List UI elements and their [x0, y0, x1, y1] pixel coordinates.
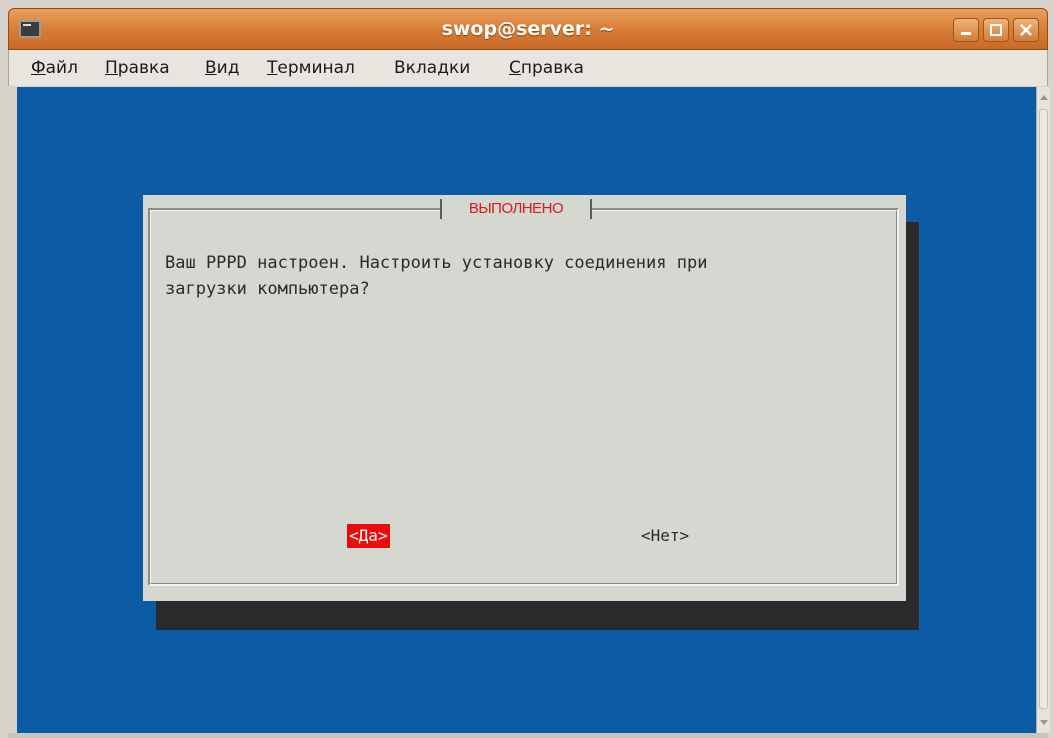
menu-help-rest: правка: [520, 58, 584, 78]
confirmation-dialog: ВЫПОЛНЕНО Ваш PPPD настроен. Настроить у…: [143, 195, 906, 601]
maximize-button[interactable]: [983, 18, 1009, 42]
menu-help[interactable]: Справка: [509, 50, 584, 86]
scroll-up-arrow-icon[interactable]: [1040, 95, 1048, 100]
dialog-title: ВЫПОЛНЕНО: [440, 195, 592, 223]
minimize-button[interactable]: [953, 18, 979, 42]
dialog-message: Ваш PPPD настроен. Настроить установку с…: [165, 253, 708, 299]
menu-edit-mnemonic: П: [105, 58, 118, 78]
menu-edit-rest: равка: [117, 58, 170, 78]
menu-tabs-rest: ки: [448, 58, 471, 78]
menu-view[interactable]: Вид: [205, 50, 239, 86]
menu-file-mnemonic: Ф: [31, 58, 46, 78]
menu-file[interactable]: Файл: [31, 50, 78, 86]
scrollbar-thumb[interactable]: [1039, 109, 1048, 709]
menu-help-mnemonic: С: [509, 58, 521, 78]
menu-tabs-mnemonic: д: [437, 58, 449, 78]
menu-terminal-mnemonic: Т: [267, 58, 278, 78]
menu-terminal-rest: ерминал: [277, 58, 355, 78]
close-icon: [1020, 24, 1032, 36]
menu-view-mnemonic: В: [205, 58, 217, 78]
window-title: swop@server: ~: [441, 18, 615, 40]
menu-tabs-start: Вкла: [394, 58, 438, 78]
window-bottom-border: [8, 733, 1048, 738]
menu-bar: Файл Правка Вид Терминал Вкладки Справка: [8, 50, 1048, 86]
title-bar[interactable]: swop@server: ~: [8, 8, 1048, 50]
yes-button[interactable]: <Да>: [347, 524, 390, 548]
terminal-window: swop@server: ~ Файл Правка Вид Терминал …: [0, 0, 1053, 738]
menu-terminal[interactable]: Терминал: [267, 50, 355, 86]
menu-view-rest: ид: [216, 58, 240, 78]
minimize-icon: [961, 32, 971, 35]
menu-tabs[interactable]: Вкладки: [394, 50, 470, 86]
close-button[interactable]: [1013, 18, 1039, 42]
no-button[interactable]: <Нет>: [639, 524, 691, 548]
vertical-scrollbar[interactable]: [1036, 87, 1050, 733]
maximize-icon: [990, 24, 1002, 36]
menu-file-rest: айл: [45, 58, 78, 78]
scroll-down-arrow-icon[interactable]: [1040, 720, 1048, 725]
menu-edit[interactable]: Правка: [105, 50, 170, 86]
